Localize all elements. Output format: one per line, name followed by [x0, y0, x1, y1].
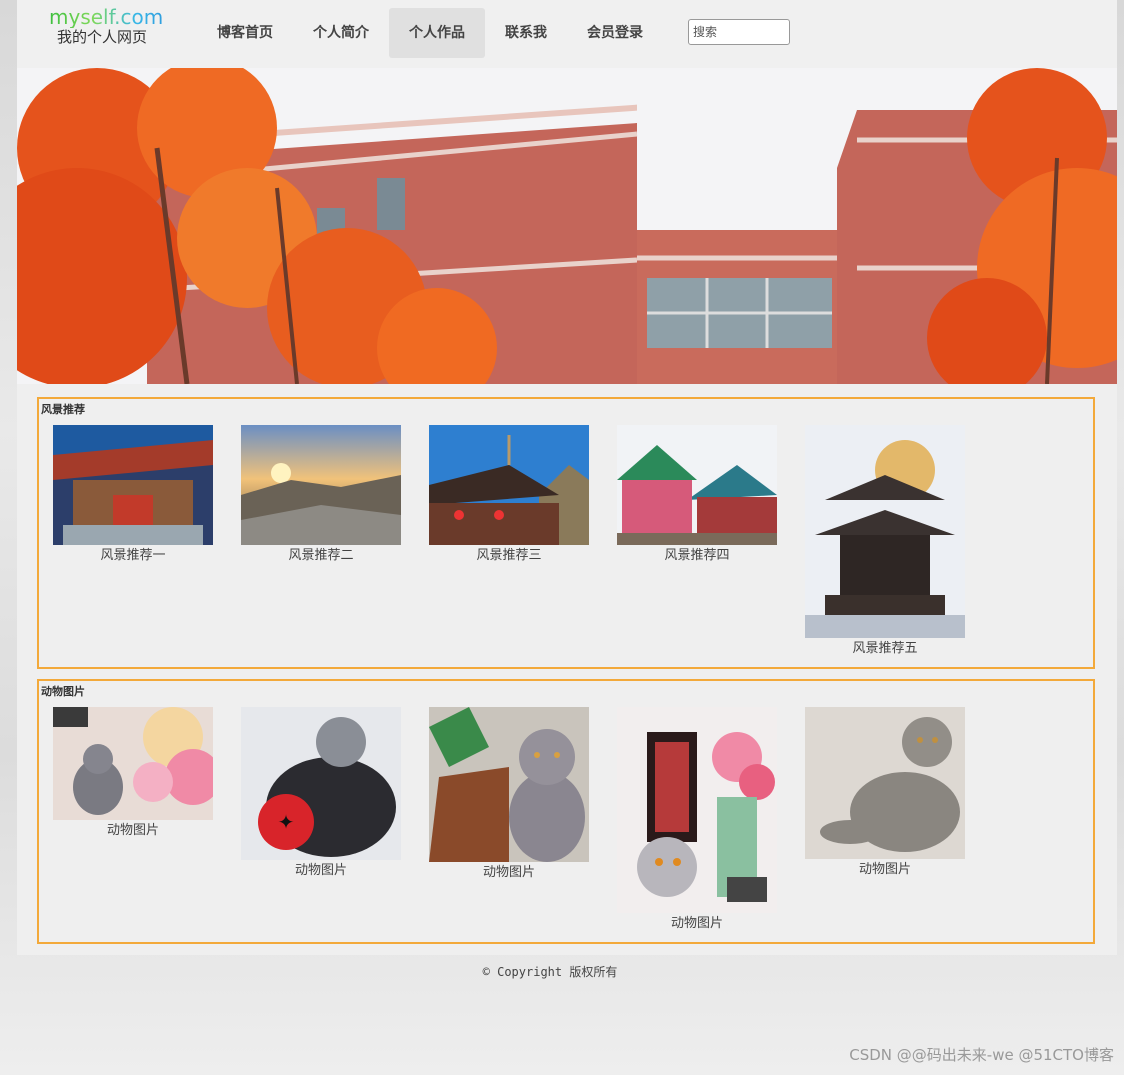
nav-item-login[interactable]: 会员登录: [567, 8, 663, 58]
nav-item-contact[interactable]: 联系我: [485, 8, 567, 58]
main-nav: 博客首页 个人简介 个人作品 联系我 会员登录: [197, 8, 663, 58]
animal-caption: 动物图片: [670, 916, 723, 931]
logo-text: myself.com: [49, 6, 179, 28]
animal-caption: 动物图片: [858, 862, 911, 877]
scenery-thumb-1: [53, 425, 213, 545]
page: myself.com 我的个人网页 博客首页 个人简介 个人作品 联系我 会员登…: [17, 0, 1117, 955]
scenery-thumb-3: [429, 425, 589, 545]
animal-thumb-2: ✦: [241, 707, 401, 860]
scenery-caption: 风景推荐三: [476, 548, 542, 563]
scenery-thumb-2: [241, 425, 401, 545]
header: myself.com 我的个人网页 博客首页 个人简介 个人作品 联系我 会员登…: [17, 0, 1117, 68]
scenery-card-5[interactable]: 风景推荐五: [805, 425, 965, 658]
animal-card-1[interactable]: 动物图片: [53, 707, 213, 840]
nav-item-about[interactable]: 个人简介: [293, 8, 389, 58]
scenery-caption: 风景推荐二: [288, 548, 354, 563]
animal-caption: 动物图片: [482, 865, 535, 880]
animal-caption: 动物图片: [294, 863, 347, 878]
scenery-card-1[interactable]: 风景推荐一: [53, 425, 213, 565]
scenery-thumb-4: [617, 425, 777, 545]
scenery-caption: 风景推荐一: [100, 548, 166, 563]
animal-thumb-4: [617, 707, 777, 913]
scenery-thumb-5: [805, 425, 965, 638]
scenery-section: 风景推荐 风景推荐一 风景推荐二 风景推荐三 风景推荐四 风景推荐五: [37, 397, 1095, 669]
animals-section: 动物图片 动物图片 ✦ 动物图片 动物图片 动物图片 动物图片: [37, 679, 1095, 944]
banner-photo: [17, 68, 1117, 384]
section-title: 动物图片: [41, 685, 85, 698]
animal-thumb-3: [429, 707, 589, 862]
scenery-card-3[interactable]: 风景推荐三: [429, 425, 589, 565]
svg-text:✦: ✦: [278, 810, 295, 834]
watermark: CSDN @@码出未来-we @51CTO博客: [849, 1046, 1114, 1064]
animal-card-3[interactable]: 动物图片: [429, 707, 589, 882]
animal-thumb-5: [805, 707, 965, 859]
section-title: 风景推荐: [41, 403, 85, 416]
banner-image: [17, 68, 1117, 384]
nav-item-works[interactable]: 个人作品: [389, 8, 485, 58]
logo[interactable]: myself.com 我的个人网页: [49, 6, 179, 46]
site-title: 我的个人网页: [57, 28, 148, 46]
animal-thumb-1: [53, 707, 213, 820]
animal-card-4[interactable]: 动物图片: [617, 707, 777, 933]
scenery-caption: 风景推荐五: [852, 641, 918, 656]
animal-card-5[interactable]: 动物图片: [805, 707, 965, 879]
animal-card-2[interactable]: ✦ 动物图片: [241, 707, 401, 880]
scenery-card-4[interactable]: 风景推荐四: [617, 425, 777, 565]
scenery-card-2[interactable]: 风景推荐二: [241, 425, 401, 565]
footer-copyright: © Copyright 版权所有: [482, 965, 618, 979]
scenery-caption: 风景推荐四: [664, 548, 730, 563]
search-input[interactable]: [688, 19, 790, 45]
nav-item-home[interactable]: 博客首页: [197, 8, 293, 58]
animal-caption: 动物图片: [106, 823, 159, 838]
